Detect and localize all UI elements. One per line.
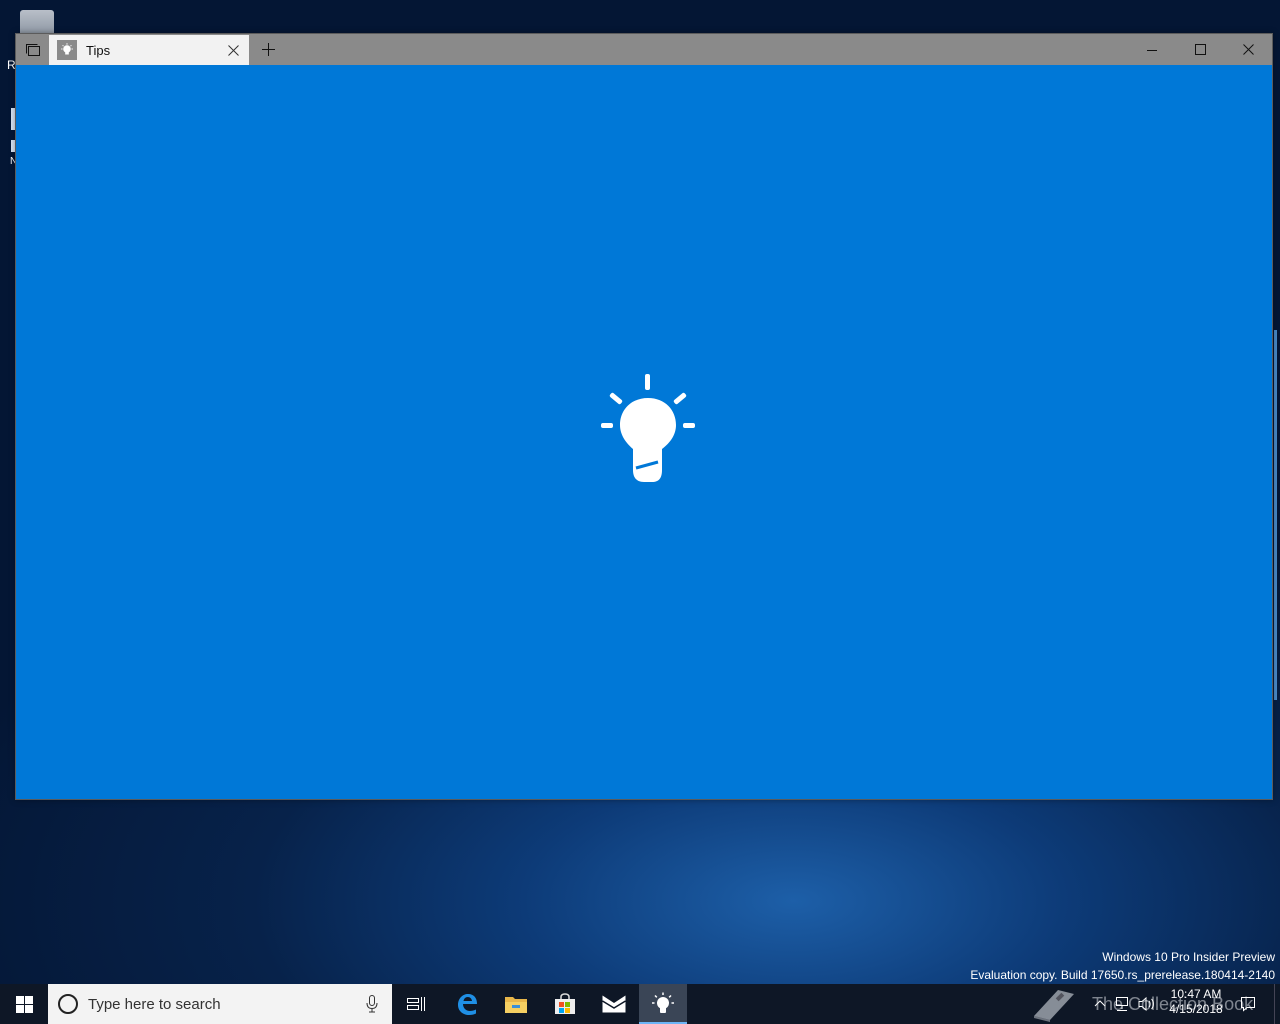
file-explorer-icon [505,997,527,1013]
taskbar: Type here to search The Collection Book … [0,984,1280,1024]
plus-icon [261,43,275,56]
maximize-button[interactable] [1177,34,1223,65]
clock[interactable]: 10:47 AM 4/15/2018 [1162,987,1230,1017]
tab-title: Tips [86,42,111,58]
build-watermark-line1: Windows 10 Pro Insider Preview [1102,950,1275,964]
task-view-button[interactable] [392,984,440,1024]
edge-icon [458,994,477,1015]
microphone-icon [366,995,378,1013]
tab-tips[interactable]: Tips [49,35,249,65]
close-icon [1242,44,1254,55]
volume-icon[interactable] [1138,996,1156,1012]
set-aside-tabs-button[interactable] [16,34,49,65]
windows-logo-icon [15,995,33,1013]
mail-taskbar-button[interactable] [590,984,638,1024]
new-tab-button[interactable] [253,34,283,65]
action-center-button[interactable] [1236,984,1260,1024]
recycle-bin-icon[interactable] [18,8,56,40]
system-tray [1094,984,1156,1024]
store-icon [555,993,575,1014]
tips-app-icon [57,40,77,60]
lightbulb-icon [601,374,695,482]
network-icon[interactable] [1114,996,1130,1012]
notification-icon [1241,997,1255,1012]
search-box[interactable]: Type here to search [48,984,392,1024]
minimize-button[interactable] [1129,34,1175,65]
clock-time: 10:47 AM [1170,987,1222,1001]
close-button[interactable] [1225,34,1271,65]
close-icon [227,44,239,56]
tab-stack-icon [25,43,40,56]
tab-close-button[interactable] [219,36,247,64]
store-taskbar-button[interactable] [541,984,589,1024]
background-window-edge [1274,330,1277,700]
build-watermark-line2: Evaluation copy. Build 17650.rs_prerelea… [970,968,1275,982]
start-button[interactable] [0,984,48,1024]
title-bar[interactable]: Tips [16,34,1272,65]
chevron-up-icon[interactable] [1094,998,1106,1010]
file-explorer-taskbar-button[interactable] [492,984,540,1024]
show-desktop-button[interactable] [1274,984,1280,1024]
mail-icon [602,995,626,1013]
tips-icon [652,992,674,1013]
maximize-icon [1194,44,1206,55]
tips-taskbar-button[interactable] [639,984,687,1024]
cortana-icon [58,994,78,1014]
microphone-button[interactable] [352,984,392,1024]
search-placeholder: Type here to search [88,995,221,1013]
minimize-icon [1147,49,1157,51]
edge-taskbar-button[interactable] [443,984,491,1024]
clock-date: 4/15/2018 [1169,1002,1223,1016]
tips-window: Tips [15,33,1273,800]
task-view-icon [407,997,425,1011]
book-logo-icon [1034,990,1074,1022]
